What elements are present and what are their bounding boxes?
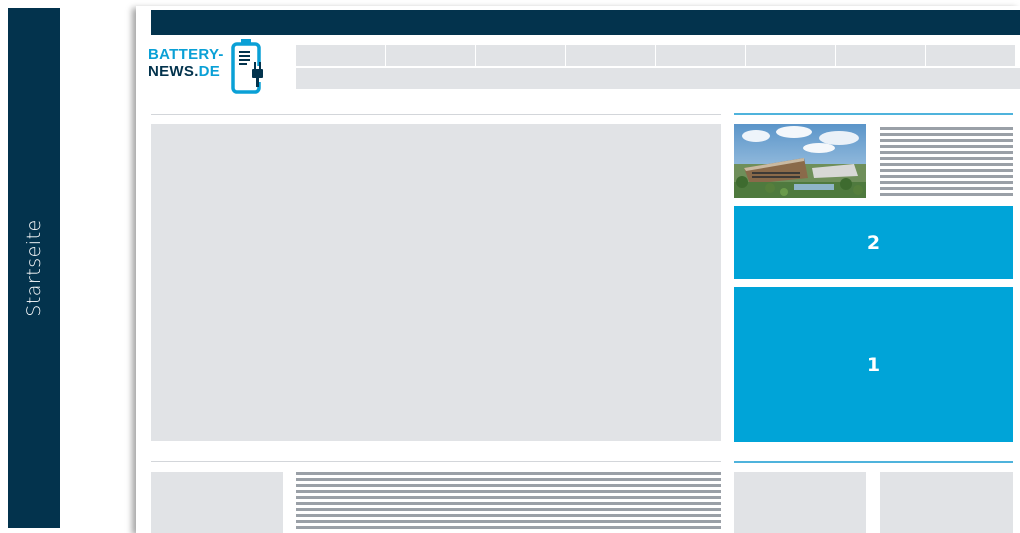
nav-item[interactable] (566, 45, 655, 66)
site-logo[interactable]: BATTERY- NEWS.DE (148, 38, 288, 100)
hero-article-placeholder[interactable] (151, 124, 721, 441)
divider (151, 461, 721, 462)
ad-slot-label: 1 (866, 353, 881, 376)
main-nav (296, 45, 1020, 66)
ad-slot-1[interactable]: 1 (734, 287, 1013, 442)
logo-line-1: BATTERY- (148, 46, 224, 63)
building-image (734, 124, 866, 198)
article-text-lines (296, 472, 721, 532)
top-bar (151, 10, 1020, 35)
article-text-lines (880, 127, 1013, 199)
nav-item[interactable] (296, 45, 385, 66)
sidebar-card-placeholder[interactable] (880, 472, 1013, 533)
nav-item[interactable] (386, 45, 475, 66)
page-tab-startseite: Startseite (8, 8, 60, 528)
nav-item[interactable] (746, 45, 835, 66)
divider (151, 114, 721, 115)
nav-item[interactable] (656, 45, 745, 66)
sidebar-divider (734, 461, 1013, 463)
sub-nav (296, 68, 1020, 89)
website-mockup: BATTERY- NEWS.DE 2 1 (136, 6, 1020, 533)
article-thumbnail[interactable] (734, 124, 866, 198)
nav-item[interactable] (476, 45, 565, 66)
logo-text: BATTERY- NEWS.DE (148, 46, 224, 80)
logo-line-2-main: NEWS. (148, 63, 199, 80)
article-thumbnail-placeholder[interactable] (151, 472, 283, 533)
sidebar-divider (734, 113, 1013, 115)
page-tab-label: Startseite (23, 219, 45, 317)
ad-slot-2[interactable]: 2 (734, 206, 1013, 279)
logo-line-2-accent: DE (198, 63, 221, 80)
nav-item[interactable] (926, 45, 1015, 66)
logo-line-2: NEWS.DE (148, 63, 224, 80)
ad-slot-label: 2 (866, 231, 881, 254)
sidebar-card-placeholder[interactable] (734, 472, 866, 533)
battery-plug-icon (231, 39, 263, 94)
nav-item[interactable] (836, 45, 925, 66)
